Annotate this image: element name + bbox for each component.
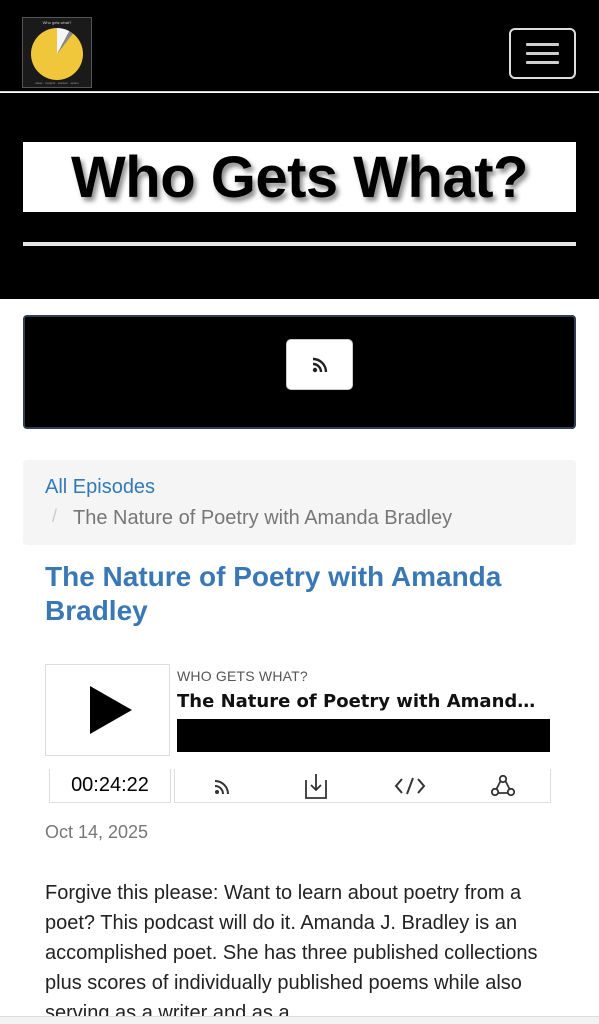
breadcrumb-separator: / — [52, 506, 58, 526]
download-icon — [305, 774, 327, 799]
audio-player: WHO GETS WHAT? The Nature of Poetry with… — [45, 664, 553, 804]
playback-progress-bar[interactable] — [177, 719, 550, 752]
episode-description: Forgive this please: Want to learn about… — [45, 882, 538, 1024]
breadcrumb: All Episodes / The Nature of Poetry with… — [23, 460, 576, 545]
hamburger-menu-button[interactable] — [509, 28, 576, 79]
breadcrumb-all-episodes-link[interactable]: All Episodes — [45, 476, 155, 499]
subscribe-panel — [23, 315, 576, 429]
pie-chart-logo-icon — [31, 28, 83, 80]
hero-banner: Who Gets What? — [0, 93, 599, 299]
logo-tagline: ideas · insights · wisdom · action — [35, 81, 79, 85]
play-icon — [89, 686, 132, 734]
rss-icon — [214, 780, 229, 795]
share-button[interactable] — [483, 769, 523, 803]
player-controls — [174, 769, 551, 803]
hero-title-box: Who Gets What? — [23, 142, 576, 212]
play-button[interactable] — [45, 664, 170, 756]
hamburger-menu-icon — [526, 43, 559, 46]
site-logo[interactable]: Who gets what? ideas · insights · wisdom… — [22, 17, 92, 88]
top-navbar: Who gets what? ideas · insights · wisdom… — [0, 0, 599, 92]
hero-title: Who Gets What? — [71, 144, 528, 210]
embed-code-icon — [394, 777, 426, 795]
bottom-edge — [0, 1016, 599, 1024]
player-episode-title: The Nature of Poetry with Amanda ... — [177, 691, 547, 712]
download-button[interactable] — [296, 769, 336, 803]
rss-icon — [312, 357, 327, 372]
duration-display: 00:24:22 — [49, 769, 171, 803]
hamburger-line — [526, 52, 559, 55]
hero-divider — [23, 242, 576, 246]
episode-title: The Nature of Poetry with Amanda Bradley — [45, 561, 502, 626]
hamburger-line — [526, 61, 559, 64]
episode-date: Oct 14, 2025 — [45, 822, 149, 842]
logo-caption: Who gets what? — [42, 20, 72, 25]
embed-button[interactable] — [390, 769, 430, 803]
player-show-name: WHO GETS WHAT? — [177, 668, 308, 684]
breadcrumb-current: The Nature of Poetry with Amanda Bradley — [73, 507, 453, 529]
share-icon — [490, 774, 516, 797]
player-rss-button[interactable] — [203, 769, 243, 803]
rss-feed-button[interactable] — [286, 339, 353, 390]
